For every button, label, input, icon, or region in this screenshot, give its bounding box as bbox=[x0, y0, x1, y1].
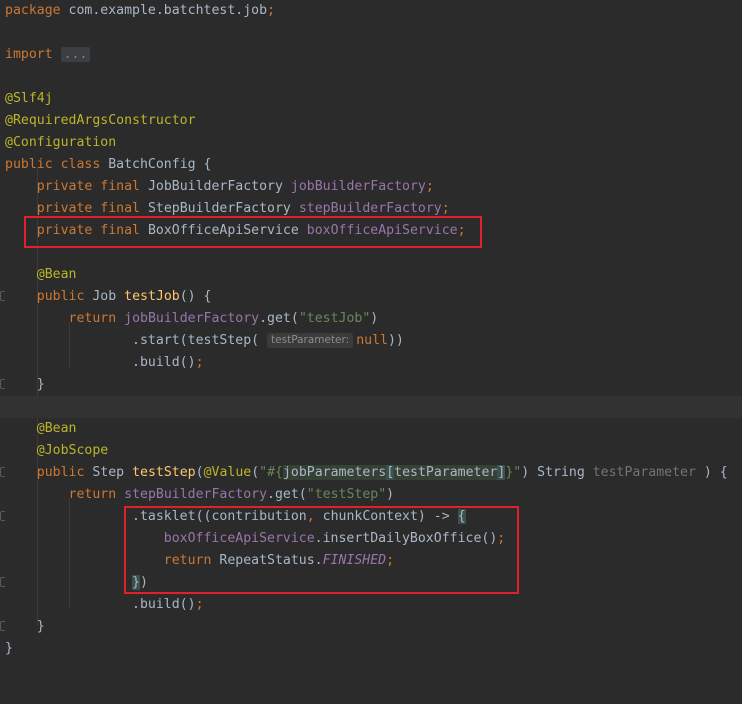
semicolon: ; bbox=[425, 179, 434, 194]
paren: ) bbox=[386, 487, 395, 502]
code-line-method-signature: public Job testJob() { bbox=[0, 286, 742, 308]
highlight-box-service-field bbox=[24, 216, 482, 248]
annotation-job-scope: @JobScope bbox=[36, 443, 109, 458]
semicolon: ; bbox=[441, 201, 450, 216]
keyword-null: null bbox=[356, 333, 388, 348]
method-modifier: public bbox=[36, 465, 85, 480]
code-line-class-declaration: public class BatchConfig { bbox=[0, 154, 742, 176]
code-line-annotation: @Configuration bbox=[0, 132, 742, 154]
method-close-brace: } bbox=[36, 377, 45, 392]
method-modifier: public bbox=[36, 289, 85, 304]
code-editor[interactable]: package com.example.batchtest.job; impor… bbox=[0, 0, 742, 661]
spel-open: "#{ bbox=[259, 465, 283, 480]
job-name-string: "testJob" bbox=[298, 311, 371, 326]
class-modifiers: public class bbox=[5, 157, 101, 172]
semicolon: ; bbox=[195, 355, 204, 370]
code-line-class-close: } bbox=[0, 638, 742, 660]
current-line[interactable] bbox=[0, 396, 742, 418]
build-call: .build() bbox=[132, 355, 196, 370]
get-call: .get( bbox=[259, 311, 299, 326]
annotation-slf4j: @Slf4j bbox=[5, 91, 53, 106]
param-type: String bbox=[537, 465, 585, 480]
code-line-field: private final JobBuilderFactory jobBuild… bbox=[0, 176, 742, 198]
field-type: JobBuilderFactory bbox=[147, 179, 283, 194]
spel-object: jobParameters bbox=[282, 465, 387, 480]
keyword-import: import bbox=[5, 47, 53, 62]
spel-bracket: [ bbox=[386, 465, 395, 480]
code-line-package: package com.example.batchtest.job; bbox=[0, 0, 742, 22]
class-open-brace: { bbox=[203, 157, 212, 172]
start-call: .start(testStep( bbox=[132, 333, 260, 348]
param-name: testParameter bbox=[592, 465, 696, 480]
keyword-return: return bbox=[68, 487, 117, 502]
paren: ) bbox=[370, 311, 379, 326]
return-type: Job bbox=[92, 289, 117, 304]
return-type: Step bbox=[92, 465, 125, 480]
field-name: jobBuilderFactory bbox=[290, 179, 426, 194]
paren: ( bbox=[195, 465, 204, 480]
annotation-configuration: @Configuration bbox=[5, 135, 117, 150]
field-modifiers: private final bbox=[36, 201, 140, 216]
method-name: testJob bbox=[124, 289, 180, 304]
build-call: .build() bbox=[132, 597, 196, 612]
code-line-close: } bbox=[0, 374, 742, 396]
signature-close: ) { bbox=[703, 465, 728, 480]
code-line-method-signature: public Step testStep(@Value("#{jobParame… bbox=[0, 462, 742, 484]
class-close-brace: } bbox=[5, 641, 13, 656]
code-line-annotation: @RequiredArgsConstructor bbox=[0, 110, 742, 132]
code-line-annotation: @Slf4j bbox=[0, 88, 742, 110]
factory-ref: jobBuilderFactory bbox=[124, 311, 260, 326]
factory-ref: stepBuilderFactory bbox=[124, 487, 268, 502]
annotation-bean: @Bean bbox=[36, 421, 77, 436]
semicolon: ; bbox=[267, 3, 275, 18]
folded-imports[interactable]: ... bbox=[60, 47, 91, 62]
method-name: testStep bbox=[132, 465, 196, 480]
code-line-return: return jobBuilderFactory.get("testJob") bbox=[0, 308, 742, 330]
annotation-required-args-constructor: @RequiredArgsConstructor bbox=[5, 113, 196, 128]
spel-close: }" bbox=[505, 465, 522, 480]
annotation-value: @Value bbox=[203, 465, 252, 480]
package-name: com.example.batchtest.job bbox=[68, 3, 268, 18]
highlight-box-tasklet bbox=[124, 506, 519, 594]
class-name: BatchConfig bbox=[108, 157, 196, 172]
annotation-bean: @Bean bbox=[36, 267, 77, 282]
code-line-annotation: @Bean bbox=[0, 418, 742, 440]
code-line-close: } bbox=[0, 616, 742, 638]
code-line-annotation: @JobScope bbox=[0, 440, 742, 462]
semicolon: ; bbox=[195, 597, 204, 612]
paren: )) bbox=[387, 333, 404, 348]
paren: ( bbox=[251, 465, 260, 480]
code-line-annotation: @Bean bbox=[0, 264, 742, 286]
step-name-string: "testStep" bbox=[306, 487, 387, 502]
keyword-package: package bbox=[5, 3, 61, 18]
method-close-brace: } bbox=[36, 619, 45, 634]
signature-rest: () { bbox=[179, 289, 212, 304]
get-call: .get( bbox=[267, 487, 307, 502]
code-line-build: .build(); bbox=[0, 352, 742, 374]
code-line-start: .start(testStep( testParameter: null)) bbox=[0, 330, 742, 352]
field-modifiers: private final bbox=[36, 179, 140, 194]
spel-key: testParameter bbox=[394, 465, 498, 480]
paren: ) bbox=[521, 465, 530, 480]
code-line-build: .build(); bbox=[0, 594, 742, 616]
keyword-return: return bbox=[68, 311, 117, 326]
field-name: stepBuilderFactory bbox=[298, 201, 442, 216]
code-line-return: return stepBuilderFactory.get("testStep"… bbox=[0, 484, 742, 506]
parameter-hint: testParameter: bbox=[267, 333, 354, 348]
code-line-import: import ... bbox=[0, 44, 742, 66]
field-type: StepBuilderFactory bbox=[147, 201, 291, 216]
